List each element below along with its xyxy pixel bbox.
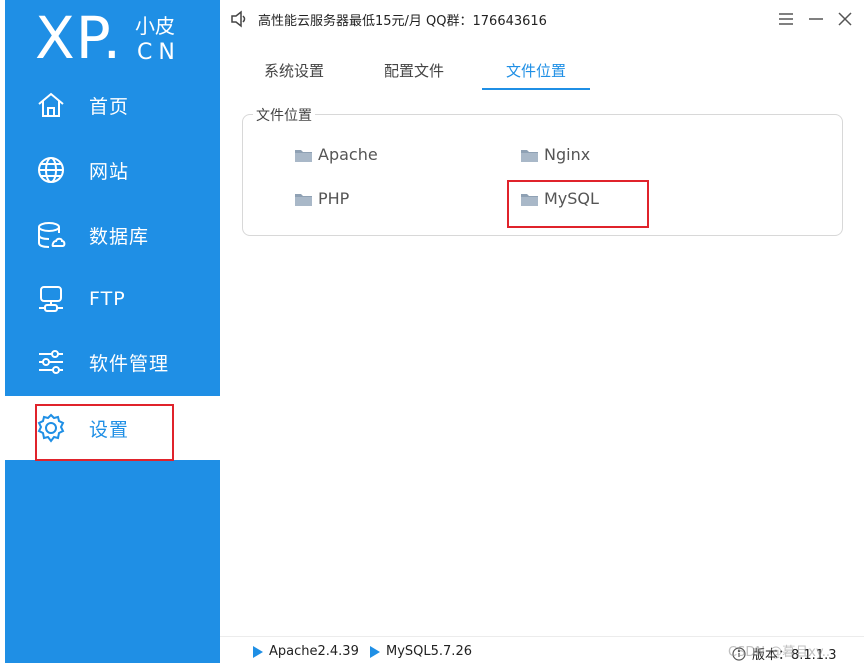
group-title: 文件位置: [253, 105, 315, 125]
settings-highlight-box: [35, 404, 174, 461]
folder-nginx[interactable]: Nginx: [521, 145, 590, 164]
sidebar-item-ftp[interactable]: FTP: [5, 267, 220, 331]
folder-php[interactable]: PHP: [295, 189, 349, 208]
active-tab-underline: [482, 88, 590, 90]
sidebar-item-label: FTP: [89, 288, 126, 310]
logo-cn-top: 小皮: [135, 14, 175, 38]
watermark: CSDN @暮且xy..: [728, 645, 830, 660]
tab-system-settings[interactable]: 系统设置: [264, 60, 324, 88]
folder-icon: [521, 149, 538, 162]
home-icon: [35, 89, 67, 121]
menu-icon[interactable]: [775, 8, 797, 30]
sidebar-item-home[interactable]: 首页: [5, 73, 220, 137]
logo-cn-bottom: CN: [137, 40, 181, 65]
settings-tabs: 系统设置 配置文件 文件位置: [230, 54, 864, 90]
folder-label: Nginx: [544, 145, 591, 164]
mysql-highlight-box: [507, 180, 649, 228]
service-mysql[interactable]: MySQL5.7.26: [370, 644, 472, 659]
top-bar: 高性能云服务器最低15元/月 QQ群：176643616: [220, 0, 864, 38]
sidebar-item-label: 首页: [89, 95, 130, 118]
service-apache[interactable]: Apache2.4.39: [253, 644, 359, 659]
sliders-icon: [35, 346, 67, 378]
speaker-icon: [230, 10, 248, 28]
sidebar-item-label: 软件管理: [89, 352, 170, 375]
sidebar-item-database[interactable]: 数据库: [5, 203, 220, 267]
app-logo: XP. 小皮 CN: [35, 6, 215, 70]
folder-icon: [295, 149, 312, 162]
sidebar: XP. 小皮 CN 首页 网站 数据库 FTP 软件管理 设置: [5, 0, 220, 663]
ftp-icon: [35, 283, 67, 315]
service-label: MySQL5.7.26: [386, 644, 472, 659]
logo-main: XP.: [35, 4, 123, 72]
sidebar-item-website[interactable]: 网站: [5, 138, 220, 202]
tab-file-location[interactable]: 文件位置: [482, 60, 590, 90]
globe-icon: [35, 154, 67, 186]
main-panel: 系统设置 配置文件 文件位置 文件位置 Apache Nginx PHP MyS…: [230, 38, 864, 624]
minimize-icon[interactable]: [805, 8, 827, 30]
folder-apache[interactable]: Apache: [295, 145, 378, 164]
close-icon[interactable]: [834, 8, 856, 30]
status-bar: Apache2.4.39 MySQL5.7.26 版本：8.1.1.3 CSDN…: [220, 636, 864, 663]
service-label: Apache2.4.39: [269, 644, 359, 659]
tab-config-files[interactable]: 配置文件: [384, 60, 444, 88]
announcement-text[interactable]: 高性能云服务器最低15元/月 QQ群：176643616: [258, 10, 547, 29]
play-icon: [253, 645, 263, 658]
folder-label: Apache: [318, 145, 378, 164]
tab-label: 文件位置: [505, 62, 566, 80]
play-icon: [370, 645, 380, 658]
database-icon: [35, 219, 67, 251]
sidebar-item-label: 网站: [89, 160, 130, 183]
folder-label: PHP: [318, 189, 350, 208]
sidebar-item-label: 数据库: [89, 225, 150, 248]
folder-icon: [295, 193, 312, 206]
sidebar-item-software[interactable]: 软件管理: [5, 330, 220, 394]
